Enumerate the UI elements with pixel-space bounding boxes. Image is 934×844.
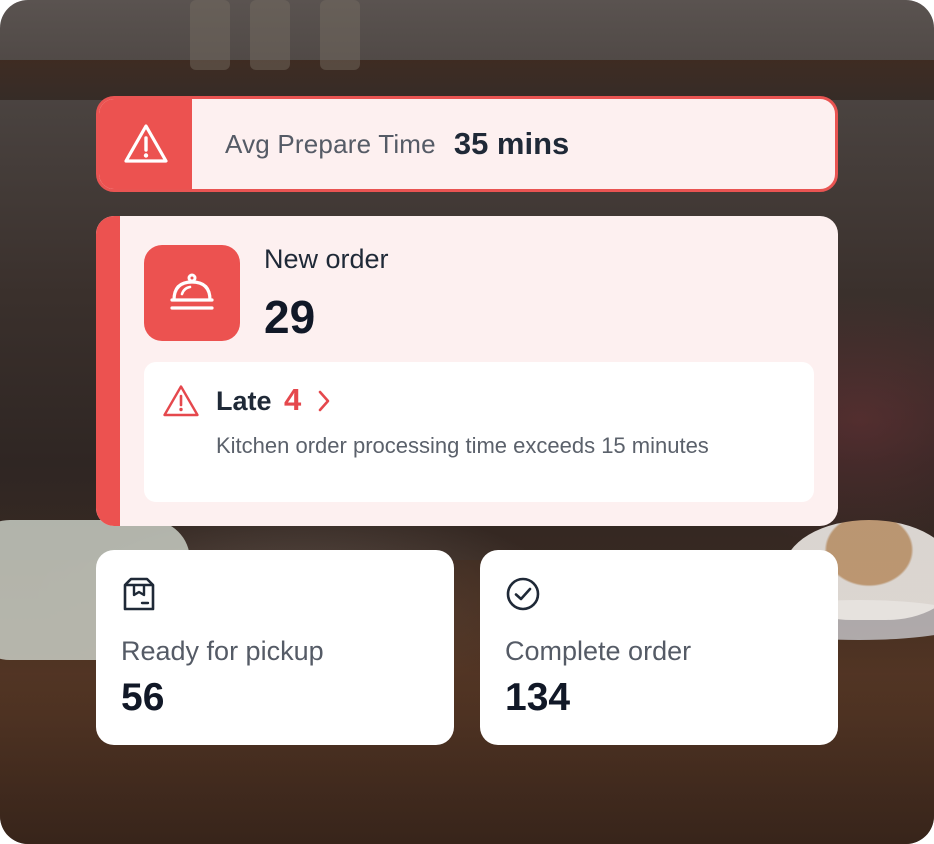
complete-order-card[interactable]: Complete order 134 — [480, 550, 838, 745]
background-bottle — [250, 0, 290, 70]
ready-for-pickup-card[interactable]: Ready for pickup 56 — [96, 550, 454, 745]
late-description: Kitchen order processing time exceeds 15… — [216, 433, 709, 458]
new-order-count: 29 — [264, 291, 316, 343]
late-label: Late — [216, 386, 272, 416]
late-orders-alert[interactable]: Late 4 Kitchen order processing time exc… — [144, 362, 814, 502]
avg-prepare-time-label: Avg Prepare Time — [225, 128, 436, 159]
ready-for-pickup-label: Ready for pickup — [121, 636, 324, 666]
dashboard-frame: Avg Prepare Time 35 mins New order 29 La… — [0, 0, 934, 844]
ready-for-pickup-count: 56 — [121, 676, 165, 719]
warning-triangle-icon — [99, 99, 192, 189]
complete-order-label: Complete order — [505, 636, 692, 666]
new-order-label: New order — [264, 244, 389, 274]
late-count: 4 — [284, 382, 302, 417]
background-bottle — [320, 0, 360, 70]
warning-triangle-icon — [162, 384, 200, 423]
chevron-right-icon[interactable] — [316, 388, 332, 419]
package-box-icon — [121, 576, 157, 619]
background-shelf — [0, 60, 934, 100]
accent-stripe — [96, 216, 120, 526]
complete-order-count: 134 — [505, 676, 571, 719]
avg-prepare-time-value: 35 mins — [453, 126, 570, 161]
service-bell-icon — [144, 245, 240, 341]
background-bottle — [190, 0, 230, 70]
check-circle-icon — [505, 576, 541, 617]
new-order-card[interactable]: New order 29 Late 4 Kitchen order proces… — [96, 216, 838, 526]
avg-prepare-time-banner: Avg Prepare Time 35 mins — [96, 96, 838, 192]
